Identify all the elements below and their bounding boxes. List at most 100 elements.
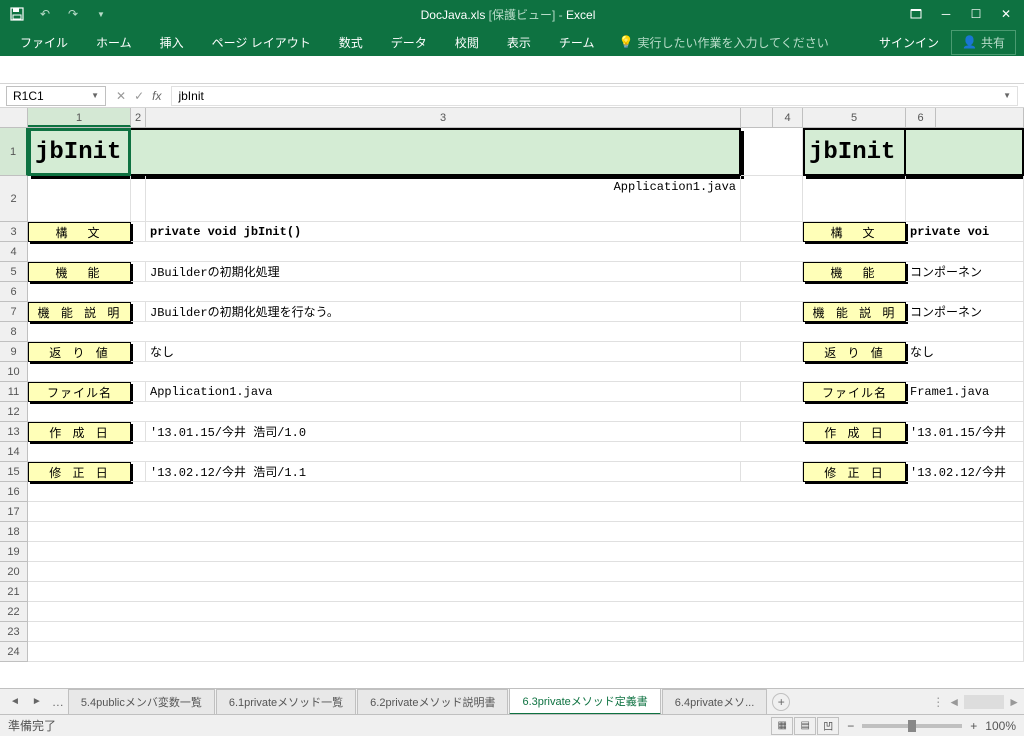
cell[interactable] <box>28 642 1024 662</box>
cell[interactable]: JBuilderの初期化処理 <box>146 262 741 282</box>
col-header[interactable]: 4 <box>773 108 803 127</box>
cell[interactable]: コンポーネン <box>906 262 1024 282</box>
row-header[interactable]: 5 <box>0 262 28 282</box>
row-header[interactable]: 10 <box>0 362 28 382</box>
cell[interactable] <box>28 442 1024 462</box>
cell[interactable]: Application1.java <box>146 382 741 402</box>
row-header[interactable]: 3 <box>0 222 28 242</box>
row-header[interactable]: 17 <box>0 502 28 522</box>
cell[interactable]: private void jbInit() <box>146 222 741 242</box>
spreadsheet-grid[interactable]: 1 2 3 4 5 6 1 jbInit jbInit 2 Applicatio… <box>0 108 1024 688</box>
tab-data[interactable]: データ <box>379 28 439 57</box>
label-file[interactable]: ファイル名 <box>28 382 131 402</box>
col-header[interactable] <box>936 108 1024 127</box>
scrollbar-divider-icon[interactable]: ⋮ <box>932 695 944 709</box>
cell[interactable] <box>28 562 1024 582</box>
sheet-tab[interactable]: 6.4privateメソ... <box>662 689 767 714</box>
cell[interactable]: Frame1.java <box>906 382 1024 402</box>
label-ret[interactable]: 返 り 値 <box>803 342 906 362</box>
zoom-out-icon[interactable]: − <box>847 719 854 733</box>
sheet-tab-active[interactable]: 6.3privateメソッド定義書 <box>509 688 660 715</box>
row-header[interactable]: 14 <box>0 442 28 462</box>
cell[interactable] <box>28 522 1024 542</box>
cell[interactable] <box>28 282 1024 302</box>
zoom-slider[interactable] <box>862 724 962 728</box>
cell[interactable] <box>741 422 803 442</box>
cancel-formula-icon[interactable]: ✕ <box>116 89 126 103</box>
row-header[interactable]: 23 <box>0 622 28 642</box>
col-header[interactable] <box>741 108 773 127</box>
tab-formulas[interactable]: 数式 <box>327 28 375 57</box>
cell[interactable] <box>131 222 146 242</box>
label-syntax[interactable]: 構 文 <box>803 222 906 242</box>
label-file[interactable]: ファイル名 <box>803 382 906 402</box>
cell[interactable] <box>131 262 146 282</box>
cell[interactable] <box>131 176 146 222</box>
cell-filename[interactable]: Application1.java <box>146 176 741 222</box>
qat-dropdown-icon[interactable]: ▼ <box>88 2 114 26</box>
tab-home[interactable]: ホーム <box>84 28 144 57</box>
cell[interactable] <box>906 128 1024 176</box>
cell[interactable] <box>131 422 146 442</box>
name-box[interactable]: R1C1▼ <box>6 86 106 106</box>
label-desc[interactable]: 機 能 説 明 <box>803 302 906 322</box>
cell[interactable] <box>131 342 146 362</box>
cell[interactable] <box>131 462 146 482</box>
tab-file[interactable]: ファイル <box>8 28 80 57</box>
row-header[interactable]: 19 <box>0 542 28 562</box>
cell[interactable]: JBuilderの初期化処理を行なう。 <box>146 302 741 322</box>
cell[interactable] <box>28 362 1024 382</box>
cell[interactable] <box>28 242 1024 262</box>
row-header[interactable]: 20 <box>0 562 28 582</box>
cell[interactable]: '13.01.15/今井 浩司/1.0 <box>146 422 741 442</box>
label-func[interactable]: 機 能 <box>28 262 131 282</box>
page-break-view-icon[interactable]: 凹 <box>817 717 839 735</box>
row-header[interactable]: 15 <box>0 462 28 482</box>
confirm-formula-icon[interactable]: ✓ <box>134 89 144 103</box>
label-create[interactable]: 作 成 日 <box>28 422 131 442</box>
new-sheet-button[interactable]: + <box>772 693 790 711</box>
label-mod[interactable]: 修 正 日 <box>28 462 131 482</box>
fx-icon[interactable]: fx <box>152 89 161 103</box>
tab-review[interactable]: 校閲 <box>443 28 491 57</box>
cell[interactable] <box>28 176 131 222</box>
cell[interactable]: なし <box>146 342 741 362</box>
cell[interactable] <box>131 302 146 322</box>
row-header[interactable]: 8 <box>0 322 28 342</box>
save-icon[interactable] <box>4 2 30 26</box>
row-header[interactable]: 18 <box>0 522 28 542</box>
cell[interactable] <box>741 222 803 242</box>
cell[interactable] <box>741 128 803 176</box>
label-mod[interactable]: 修 正 日 <box>803 462 906 482</box>
row-header[interactable]: 16 <box>0 482 28 502</box>
cell[interactable] <box>28 542 1024 562</box>
row-header[interactable]: 6 <box>0 282 28 302</box>
row-header[interactable]: 24 <box>0 642 28 662</box>
label-create[interactable]: 作 成 日 <box>803 422 906 442</box>
cell[interactable] <box>741 382 803 402</box>
row-header[interactable]: 13 <box>0 422 28 442</box>
cell[interactable] <box>28 602 1024 622</box>
cell[interactable] <box>906 176 1024 222</box>
label-syntax[interactable]: 構 文 <box>28 222 131 242</box>
row-header[interactable]: 7 <box>0 302 28 322</box>
row-header[interactable]: 2 <box>0 176 28 222</box>
sheet-tab[interactable]: 6.1privateメソッド一覧 <box>216 689 356 714</box>
tab-view[interactable]: 表示 <box>495 28 543 57</box>
label-func[interactable]: 機 能 <box>803 262 906 282</box>
undo-icon[interactable]: ↶ <box>32 2 58 26</box>
share-button[interactable]: 👤共有 <box>951 30 1016 55</box>
col-header[interactable]: 1 <box>28 108 131 127</box>
cell-title[interactable]: jbInit <box>803 128 906 176</box>
cell[interactable]: '13.02.12/今井 浩司/1.1 <box>146 462 741 482</box>
label-ret[interactable]: 返 り 値 <box>28 342 131 362</box>
col-header[interactable]: 5 <box>803 108 906 127</box>
cell[interactable]: private voi <box>906 222 1024 242</box>
tab-nav-prev-icon[interactable]: ◄ <box>4 696 26 707</box>
select-all-corner[interactable] <box>0 108 28 127</box>
cell-title[interactable]: jbInit <box>28 128 131 176</box>
normal-view-icon[interactable]: ▦ <box>771 717 793 735</box>
redo-icon[interactable]: ↷ <box>60 2 86 26</box>
close-icon[interactable]: ✕ <box>992 2 1020 26</box>
signin-link[interactable]: サインイン <box>879 34 939 51</box>
